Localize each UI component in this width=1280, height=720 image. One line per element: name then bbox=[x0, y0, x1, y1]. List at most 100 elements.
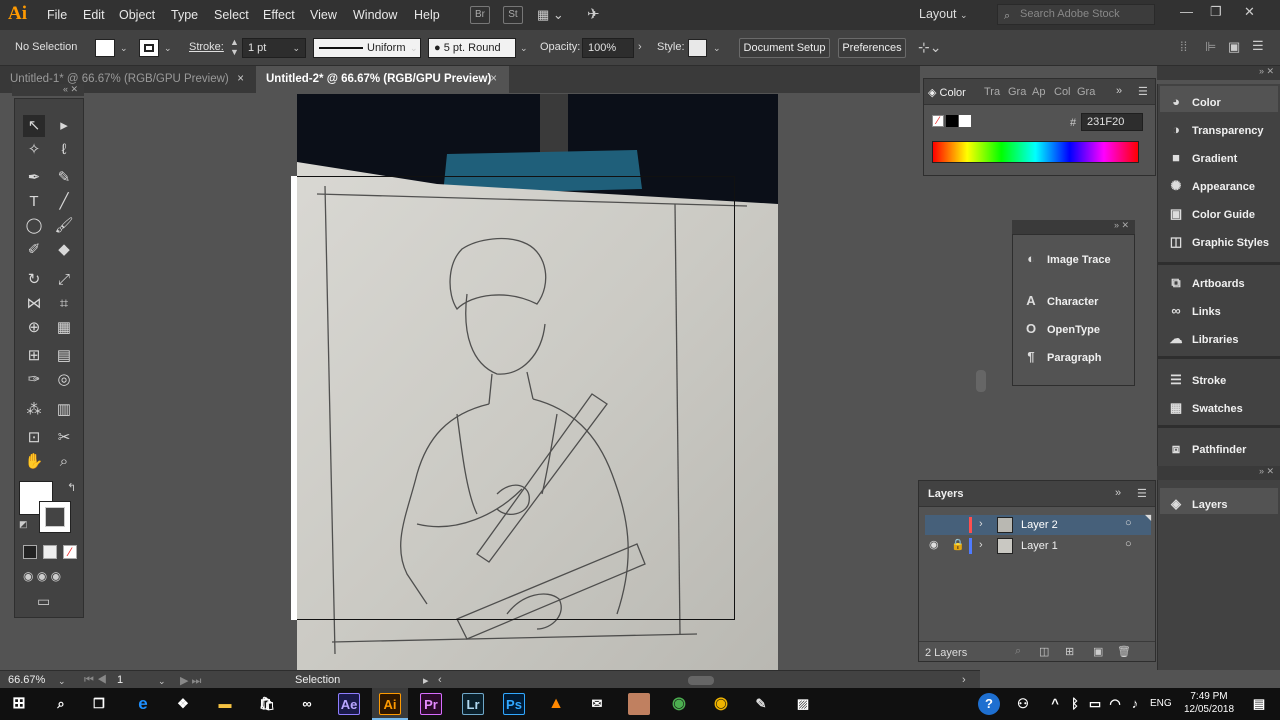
zoom-tool-icon[interactable]: ⌕ bbox=[53, 451, 75, 473]
file-explorer-icon[interactable]: ▬ bbox=[214, 693, 236, 715]
transparency-tab[interactable]: Tra bbox=[984, 86, 1000, 98]
stroke-color-swatch[interactable] bbox=[39, 501, 71, 533]
clock[interactable]: 7:49 PM 12/05/2018 bbox=[1180, 690, 1238, 716]
swap-colors-icon[interactable]: ↰ bbox=[67, 481, 76, 494]
hand-tool-icon[interactable]: ✋ bbox=[23, 451, 45, 473]
symbol-sprayer-tool-icon[interactable]: ⁂ bbox=[23, 399, 45, 421]
dock-transparency[interactable]: ◑ Transparency bbox=[1166, 122, 1263, 137]
zoom-dropdown-icon[interactable]: ⌄ bbox=[58, 676, 66, 687]
opacity-label[interactable]: Opacity: bbox=[540, 41, 580, 53]
profile-dropdown-icon[interactable]: ⌄ bbox=[410, 43, 418, 54]
arrange-documents-icon[interactable]: ▦ ⌄ bbox=[537, 7, 564, 23]
horizontal-scroll-thumb[interactable] bbox=[688, 676, 714, 685]
target-icon[interactable]: ○ bbox=[1125, 517, 1132, 529]
clipping-mask-icon[interactable]: ◫ bbox=[1039, 645, 1049, 658]
menu-effect[interactable]: Effect bbox=[263, 8, 295, 22]
shape-builder-tool-icon[interactable]: ⊕ bbox=[23, 317, 45, 339]
layer-row-1[interactable]: ◉ 🔒 › Layer 1 ○ bbox=[925, 536, 1151, 556]
character-item[interactable]: A Character bbox=[1021, 293, 1098, 308]
layers-title[interactable]: Layers bbox=[928, 488, 963, 500]
menu-type[interactable]: Type bbox=[171, 8, 198, 22]
default-colors-icon[interactable]: ◩ bbox=[19, 519, 28, 530]
dock-graphic-styles[interactable]: ◫ Graphic Styles bbox=[1166, 234, 1269, 250]
arrange-icon[interactable]: ⊹⌄ bbox=[918, 39, 941, 56]
help-icon[interactable]: ? bbox=[978, 693, 1000, 715]
stroke-stepper[interactable]: ▲ ▼ bbox=[230, 37, 239, 57]
graphic-styles-tab[interactable]: Gra bbox=[1077, 86, 1095, 98]
image-trace-item[interactable]: ◐ Image Trace bbox=[1021, 251, 1111, 266]
first-page-icon[interactable]: ⏮ ◀ bbox=[84, 674, 107, 687]
task-view-icon[interactable]: ❐ bbox=[88, 693, 110, 715]
eraser-tool-icon[interactable]: ◆ bbox=[53, 239, 75, 261]
black-swatch[interactable] bbox=[946, 115, 958, 127]
windows-start-icon[interactable]: ⊞ bbox=[8, 693, 30, 715]
float-panel-header[interactable]: » ✕ bbox=[1012, 220, 1135, 234]
target-icon[interactable]: ○ bbox=[1125, 538, 1132, 550]
fill-dropdown-icon[interactable]: ⌄ bbox=[120, 43, 128, 54]
close-tab-icon[interactable]: × bbox=[490, 66, 497, 93]
color-mode-icon[interactable] bbox=[23, 545, 37, 559]
gpu-performance-icon[interactable]: ✈ bbox=[587, 5, 600, 23]
dock-layers[interactable]: ◈ Layers bbox=[1166, 496, 1227, 512]
dock-gradient[interactable]: ■ Gradient bbox=[1166, 150, 1237, 165]
perspective-grid-tool-icon[interactable]: ▦ bbox=[53, 317, 75, 339]
battery-icon[interactable]: ▭ bbox=[1084, 693, 1106, 715]
after-effects-icon[interactable]: Ae bbox=[338, 693, 360, 715]
stroke-label[interactable]: Stroke: bbox=[189, 41, 224, 53]
scale-tool-icon[interactable]: ⤢ bbox=[53, 269, 75, 291]
pen-tool-icon[interactable]: ✒ bbox=[23, 167, 45, 189]
workspace-switcher[interactable]: Layout ⌄ bbox=[919, 7, 968, 21]
draw-mode-icon[interactable]: ◉ ◉ ◉ bbox=[23, 569, 61, 583]
white-swatch[interactable] bbox=[959, 115, 971, 127]
menu-edit[interactable]: Edit bbox=[83, 8, 105, 22]
expand-icon[interactable]: › bbox=[979, 539, 983, 551]
artboard-number[interactable]: 1 bbox=[117, 674, 123, 686]
type-tool-icon[interactable]: T bbox=[23, 191, 45, 213]
isolate-icon[interactable]: ▣ bbox=[1228, 39, 1240, 55]
search-icon[interactable]: ⌕ bbox=[50, 693, 72, 715]
eyedropper-tool-icon[interactable]: ✑ bbox=[23, 369, 45, 391]
panel-more-icon[interactable]: » bbox=[1115, 487, 1121, 499]
new-layer-icon[interactable]: ▣ bbox=[1093, 645, 1103, 658]
preferences-button[interactable]: Preferences bbox=[838, 38, 906, 58]
vertical-scroll-thumb[interactable] bbox=[976, 370, 986, 392]
people-icon[interactable]: ⚇ bbox=[1012, 693, 1034, 715]
store-icon[interactable]: 🛍 bbox=[256, 693, 278, 715]
photoshop-icon[interactable]: Ps bbox=[503, 693, 525, 715]
bridge-icon[interactable]: Br bbox=[470, 6, 490, 24]
wifi-icon[interactable]: ◠ bbox=[1104, 693, 1126, 715]
locate-object-icon[interactable]: ⌕ bbox=[1015, 645, 1021, 658]
dock-artboards[interactable]: ⧉ Artboards bbox=[1166, 275, 1244, 291]
dock-links[interactable]: ∞ Links bbox=[1166, 303, 1220, 318]
none-mode-icon[interactable]: ⁄ bbox=[63, 545, 77, 559]
fill-swatch[interactable] bbox=[95, 39, 115, 57]
language-indicator[interactable]: ENG bbox=[1150, 698, 1172, 709]
scroll-left-icon[interactable]: ‹ bbox=[438, 674, 442, 686]
stock-icon[interactable]: St bbox=[503, 6, 523, 24]
dock-appearance[interactable]: ✺ Appearance bbox=[1166, 178, 1255, 194]
gradient-tool-icon[interactable]: ▤ bbox=[53, 345, 75, 367]
close-tab-icon[interactable]: × bbox=[237, 66, 244, 93]
stroke-weight-field[interactable]: 1 pt ⌄ bbox=[242, 38, 306, 58]
ellipse-tool-icon[interactable]: ◯ bbox=[23, 215, 45, 237]
infinity-app-icon[interactable]: ∞ bbox=[296, 693, 318, 715]
notifications-icon[interactable]: ▤ bbox=[1248, 693, 1270, 715]
mesh-tool-icon[interactable]: ⊞ bbox=[23, 345, 45, 367]
zoom-level[interactable]: 66.67% bbox=[8, 674, 45, 686]
scroll-right-icon[interactable]: › bbox=[962, 674, 966, 686]
style-swatch[interactable] bbox=[688, 39, 707, 57]
artboard-dropdown-icon[interactable]: ⌄ bbox=[158, 676, 166, 687]
visibility-eye-icon[interactable]: ◉ bbox=[929, 538, 939, 551]
hex-field[interactable]: 231F20 bbox=[1081, 113, 1143, 131]
dock-color[interactable]: ◕ Color bbox=[1166, 94, 1221, 109]
width-tool-icon[interactable]: ⋈ bbox=[23, 293, 45, 315]
selection-tool-icon[interactable]: ↖ bbox=[23, 115, 45, 137]
menu-object[interactable]: Object bbox=[119, 8, 155, 22]
dock-layers-header[interactable]: » ✕ bbox=[1157, 466, 1280, 480]
edge-icon[interactable]: e bbox=[132, 693, 154, 715]
control-menu-icon[interactable]: ☰ bbox=[1252, 38, 1264, 54]
gradient-mode-icon[interactable] bbox=[43, 545, 57, 559]
dock-stroke[interactable]: ☰ Stroke bbox=[1166, 372, 1226, 388]
align-icon[interactable]: ⁞⁞ bbox=[1180, 39, 1187, 54]
bluetooth-icon[interactable]: ᛒ bbox=[1064, 693, 1086, 715]
